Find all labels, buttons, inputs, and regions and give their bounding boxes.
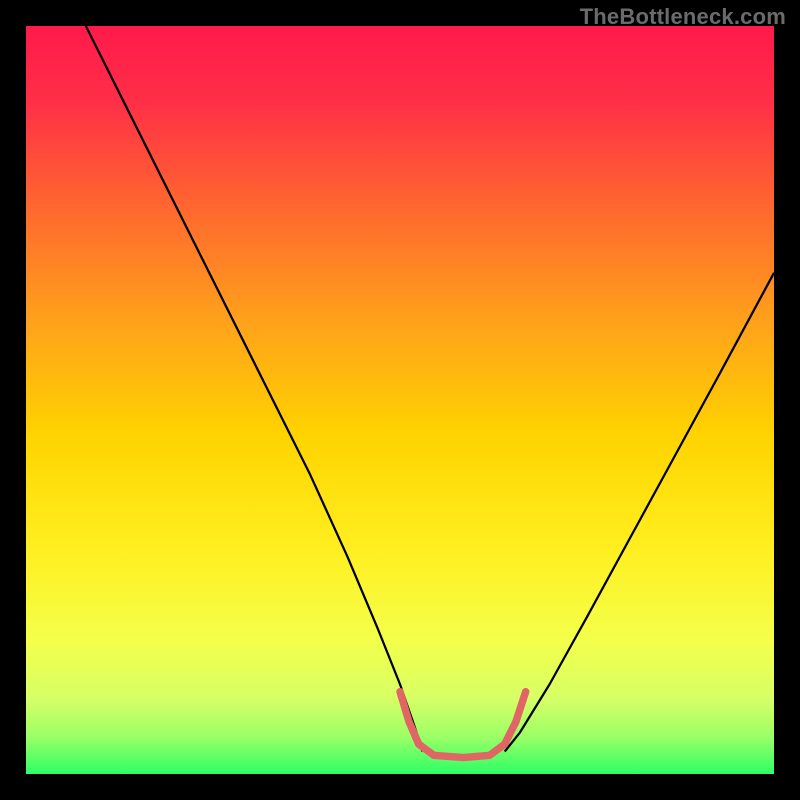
chart-frame: TheBottleneck.com [0,0,800,800]
chart-canvas [26,26,774,774]
plot-area [26,26,774,774]
watermark-label: TheBottleneck.com [580,4,786,30]
gradient-background [26,26,774,774]
